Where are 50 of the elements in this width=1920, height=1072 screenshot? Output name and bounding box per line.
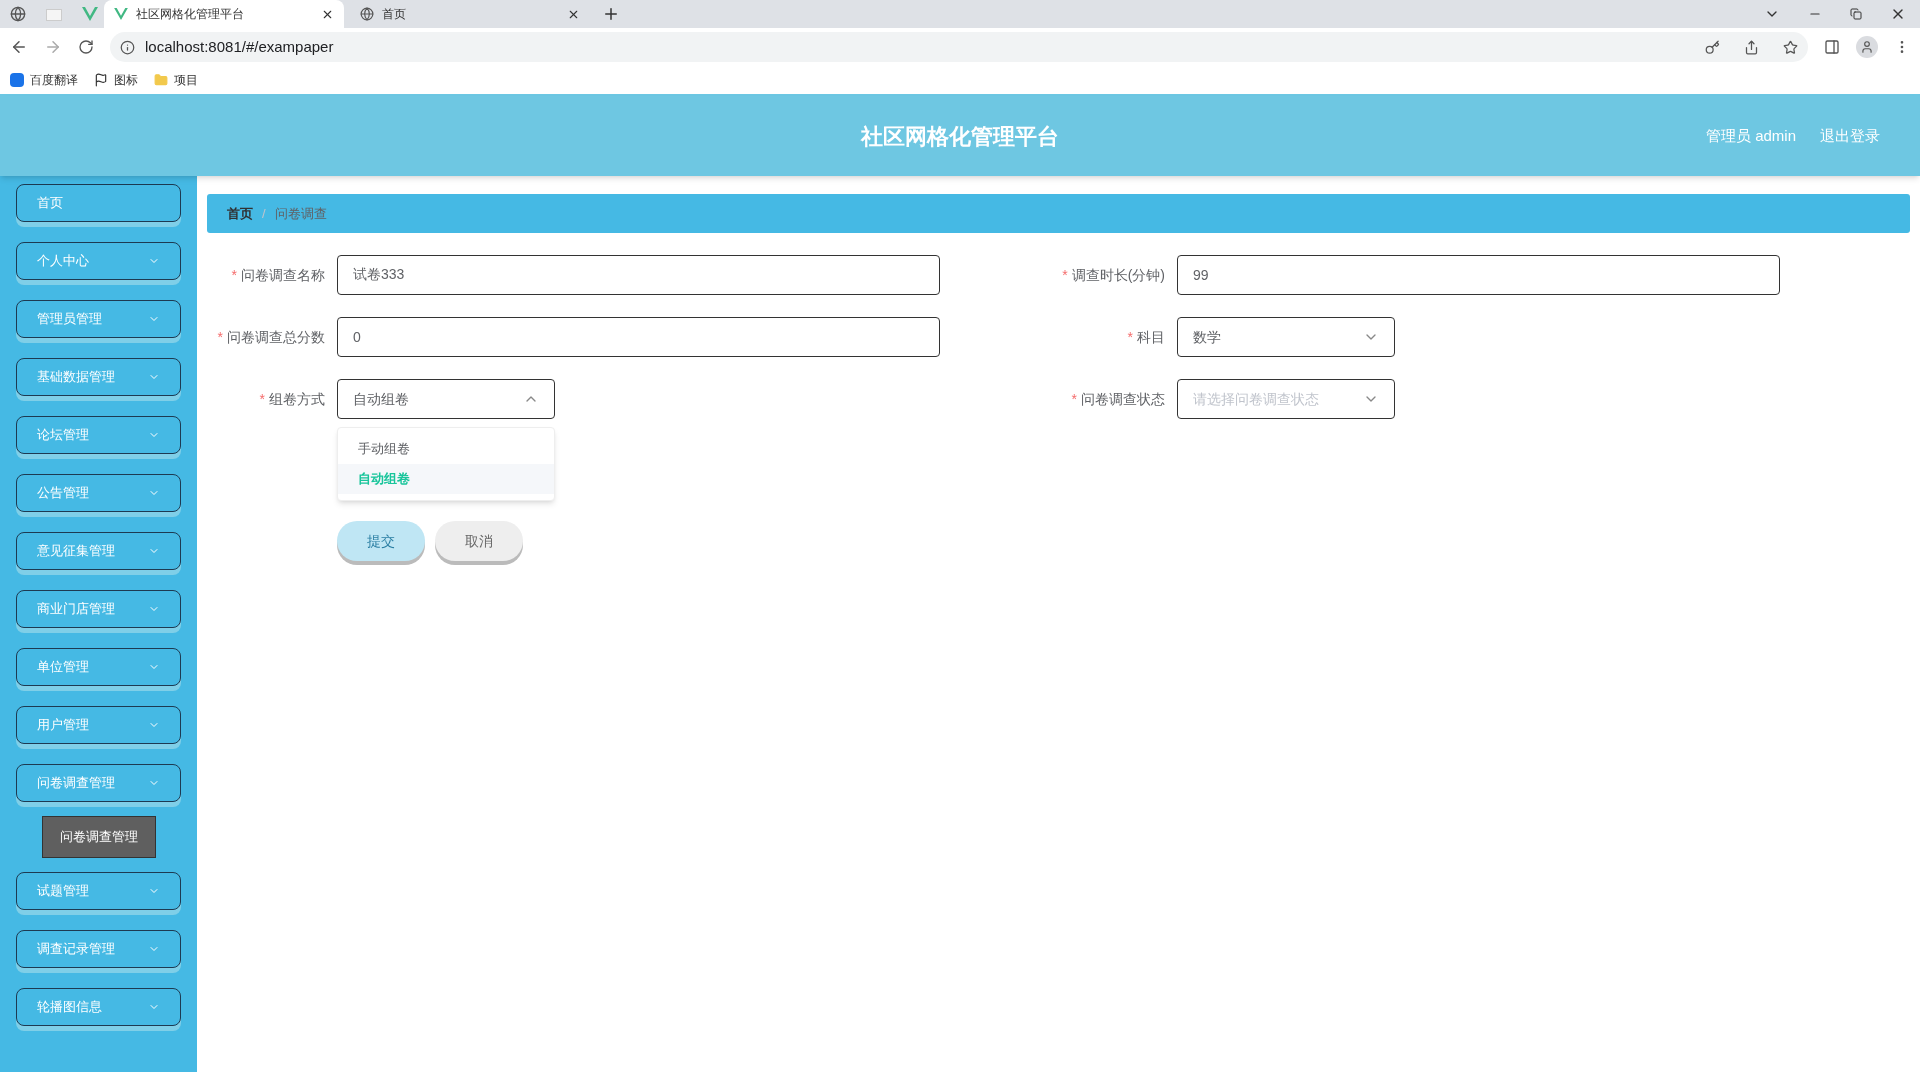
text-input[interactable]: 0 xyxy=(337,317,940,357)
field-label: 组卷方式 xyxy=(269,389,325,409)
required-mark: * xyxy=(1127,327,1133,347)
select-field[interactable]: 数学 xyxy=(1177,317,1395,357)
required-mark: * xyxy=(1071,389,1077,409)
field-label: 科目 xyxy=(1137,327,1165,347)
required-mark: * xyxy=(259,389,265,409)
text-input[interactable]: 99 xyxy=(1177,255,1780,295)
field-label: 问卷调查总分数 xyxy=(227,327,325,347)
dropdown-option[interactable]: 自动组卷 xyxy=(338,464,554,494)
new-tab-icon[interactable] xyxy=(602,5,620,23)
bookmark-star-icon[interactable] xyxy=(1783,39,1798,55)
app-title: 社区网格化管理平台 xyxy=(861,122,1059,151)
restore-icon[interactable] xyxy=(1850,8,1862,20)
back-icon[interactable] xyxy=(10,38,28,56)
tab-title: 首页 xyxy=(382,6,407,23)
globe-icon xyxy=(360,7,374,21)
text-input[interactable]: 试卷333 xyxy=(337,255,940,295)
required-mark: * xyxy=(217,327,223,347)
dropdown-option[interactable]: 手动组卷 xyxy=(338,434,554,464)
info-icon xyxy=(120,39,135,55)
user-label: 管理员 admin xyxy=(1705,125,1796,146)
field-label: 问卷调查状态 xyxy=(1081,389,1165,409)
sidebar-subitem[interactable]: 问卷调查管理 xyxy=(41,816,156,858)
required-mark: * xyxy=(1062,265,1068,285)
select-field[interactable]: 自动组卷 xyxy=(337,379,555,419)
share-icon[interactable] xyxy=(1744,39,1759,55)
tab-title: 社区网格化管理平台 xyxy=(136,6,245,23)
key-icon[interactable] xyxy=(1705,39,1720,55)
bookmark-link[interactable]: 图标 xyxy=(94,71,138,89)
field-label: 问卷调查名称 xyxy=(241,265,325,285)
reload-icon[interactable] xyxy=(78,39,94,55)
logo-icon xyxy=(114,8,128,20)
url-text: localhost:8081/#/exampaper xyxy=(145,36,335,57)
address-bar[interactable]: localhost:8081/#/exampaper xyxy=(110,32,1808,62)
bookmark-link[interactable]: 项目 xyxy=(154,71,198,89)
globe-icon[interactable] xyxy=(10,6,26,22)
bookmark-link[interactable]: 百度翻译 xyxy=(10,71,78,89)
breadcrumb-link[interactable]: 首页 xyxy=(227,203,253,224)
required-mark: * xyxy=(231,265,237,285)
folder-icon xyxy=(154,73,168,87)
logout-link[interactable]: 退出登录 xyxy=(1820,124,1880,148)
breadcrumb-link[interactable]: 问卷调查 xyxy=(274,203,327,224)
breadcrumb-separator: / xyxy=(262,204,266,223)
select-field[interactable]: 请选择问卷调查状态 xyxy=(1177,379,1395,419)
field-label: 调查时长(分钟) xyxy=(1071,265,1165,285)
profile-avatar[interactable] xyxy=(1856,36,1878,58)
side-panel-icon[interactable] xyxy=(1824,39,1840,55)
browser-tab[interactable]: 社区网格化管理平台 xyxy=(104,0,344,28)
flag-icon xyxy=(94,73,108,87)
